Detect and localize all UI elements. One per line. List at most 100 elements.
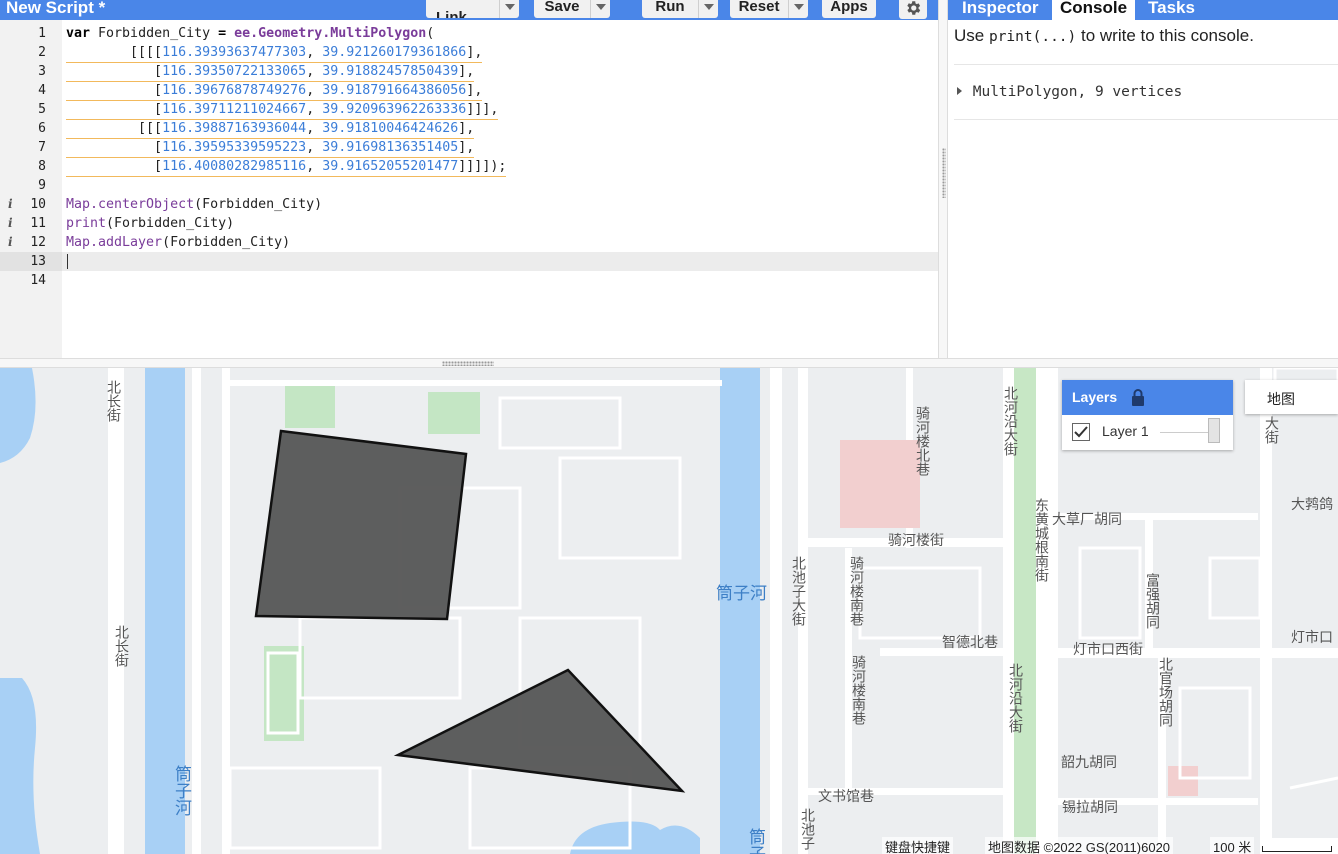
map-label: 富强胡同 — [1145, 573, 1161, 629]
code-bracket: ], — [458, 140, 475, 155]
map-label: 北长街 — [114, 625, 130, 667]
lock-icon[interactable] — [1130, 388, 1146, 406]
code-bracket: ]]]]); — [458, 159, 507, 174]
map-label: 大鹁鸽 — [1291, 496, 1333, 512]
map-label: 骑河楼南巷 — [851, 655, 867, 725]
opacity-slider-handle[interactable] — [1208, 418, 1220, 443]
code-number: 39.91810046424626 — [322, 121, 459, 136]
active-line-highlight — [62, 252, 938, 271]
code-operator: = — [218, 26, 227, 41]
map-label: 北池子 — [800, 808, 816, 850]
info-icon[interactable]: i — [8, 233, 13, 252]
map-label: 北河沿大街 — [1003, 386, 1019, 456]
map-label: 文书馆巷 — [818, 788, 874, 804]
chevron-down-icon[interactable] — [788, 0, 808, 18]
line-number: 13 — [30, 254, 46, 269]
code-bracket: ], — [458, 121, 475, 136]
map-label: 大草厂胡同 — [1052, 511, 1122, 527]
reset-label[interactable]: Reset — [730, 0, 788, 18]
code-sep: , — [306, 159, 323, 174]
map-label: 北池子大街 — [791, 556, 807, 626]
code-number: 116.39393637477303 — [162, 45, 307, 60]
code-number: 39.91882457850439 — [322, 64, 459, 79]
vertical-splitter[interactable] — [938, 0, 948, 358]
code-bracket: ]]], — [466, 102, 499, 117]
map-label: 大街 — [1264, 416, 1280, 444]
code-number: 116.39595339595223 — [162, 140, 307, 155]
polygon-part-1[interactable] — [254, 429, 468, 621]
drag-handle-icon[interactable] — [942, 148, 946, 198]
layers-panel: Layers Layer 1 — [1062, 380, 1233, 450]
chevron-down-icon[interactable] — [499, 0, 519, 18]
map-canvas[interactable]: 北长街 北长街 筒子河 筒子河 筒子 骑河楼北巷 骑河楼街 骑河楼南巷 骑河楼南… — [0, 368, 1338, 854]
info-icon[interactable]: i — [8, 214, 13, 233]
code-sep: , — [306, 140, 323, 155]
keyboard-shortcuts-link[interactable]: 键盘快捷键 — [882, 837, 954, 854]
code-bracket: [ — [66, 64, 163, 79]
apps-label[interactable]: Apps — [822, 0, 876, 18]
layer-name[interactable]: Layer 1 — [1102, 423, 1149, 439]
map-data-attribution: 地图数据 ©2022 GS(2011)6020 — [985, 837, 1174, 854]
console-output-item[interactable]: MultiPolygon, 9 vertices — [956, 84, 1182, 100]
code-number: 39.91698136351405 — [322, 140, 459, 155]
code-editor[interactable]: 1 2 3 4 5 6 7 8 9 10 11 12 13 14 i i i v… — [0, 20, 938, 358]
script-title[interactable]: New Script * — [6, 0, 105, 18]
code-number: 116.39676878749276 — [162, 83, 307, 98]
map-label: 韶九胡同 — [1061, 754, 1117, 770]
polygon-part-2[interactable] — [393, 668, 686, 793]
code-bracket: [[[ — [66, 121, 163, 136]
apps-button[interactable]: Apps — [822, 0, 876, 18]
info-icon[interactable]: i — [8, 195, 13, 214]
editor-toolbar: New Script * Get Link Save Run Reset App… — [0, 0, 938, 20]
code-bracket: [ — [66, 102, 163, 117]
code-args: (Forbidden_City) — [106, 216, 235, 231]
code-bracket: [ — [66, 159, 163, 174]
code-sep: , — [306, 121, 323, 136]
code-number: 116.39350722133065 — [162, 64, 307, 79]
expand-arrow-icon[interactable] — [956, 86, 964, 96]
map-type-button[interactable]: 地图 — [1245, 380, 1338, 414]
map-label: 骑河楼南巷 — [849, 556, 865, 626]
line-number: 5 — [38, 102, 46, 117]
code-line-3: [116.39350722133065, 39.91882457850439], — [66, 62, 475, 82]
map-label: 筒子河 — [716, 584, 767, 603]
chevron-down-icon[interactable] — [698, 0, 718, 18]
tab-tasks[interactable]: Tasks — [1140, 0, 1203, 20]
map-label: 北长街 — [106, 380, 122, 422]
save-button[interactable]: Save — [534, 0, 610, 18]
tab-console[interactable]: Console — [1052, 0, 1136, 20]
console-hint-code: print(...) — [988, 29, 1077, 45]
chevron-down-icon[interactable] — [590, 0, 610, 18]
code-line-2: [[[[116.39393637477303, 39.9212601793618… — [66, 43, 483, 63]
gear-icon[interactable] — [899, 0, 927, 19]
layers-header[interactable]: Layers — [1062, 380, 1233, 415]
code-bracket: [ — [66, 83, 163, 98]
layer-visibility-checkbox[interactable] — [1072, 423, 1090, 441]
reset-button[interactable]: Reset — [730, 0, 808, 18]
code-identifier: Forbidden_City — [90, 26, 219, 41]
code-line-12: Map.addLayer(Forbidden_City) — [66, 233, 290, 252]
drag-handle-icon[interactable] — [442, 361, 494, 366]
line-number: 6 — [38, 121, 46, 136]
map-label: 灯市口西街 — [1073, 641, 1143, 657]
run-label[interactable]: Run — [642, 0, 698, 18]
get-link-label[interactable]: Get Link — [426, 0, 499, 18]
save-label[interactable]: Save — [534, 0, 590, 18]
code-line-6: [[[116.39887163936044, 39.91810046424626… — [66, 119, 475, 139]
scale-bar — [1262, 846, 1332, 852]
get-link-button[interactable]: Get Link — [426, 0, 519, 18]
line-number: 1 — [38, 26, 46, 41]
map-label: 锡拉胡同 — [1062, 799, 1118, 815]
code-function: Map.addLayer — [66, 235, 163, 250]
horizontal-splitter[interactable] — [0, 358, 1338, 368]
console-output-text[interactable]: MultiPolygon, 9 vertices — [973, 84, 1183, 100]
code-bracket: [[[[ — [66, 45, 163, 60]
run-button[interactable]: Run — [642, 0, 718, 18]
code-number: 39.918791664386056 — [322, 83, 467, 98]
code-bracket: ], — [466, 83, 483, 98]
code-sep: , — [306, 64, 323, 79]
code-line-4: [116.39676878749276, 39.918791664386056]… — [66, 81, 483, 101]
tab-inspector[interactable]: Inspector — [954, 0, 1047, 20]
right-panel: Inspector Console Tasks Use print(...) t… — [948, 0, 1338, 358]
